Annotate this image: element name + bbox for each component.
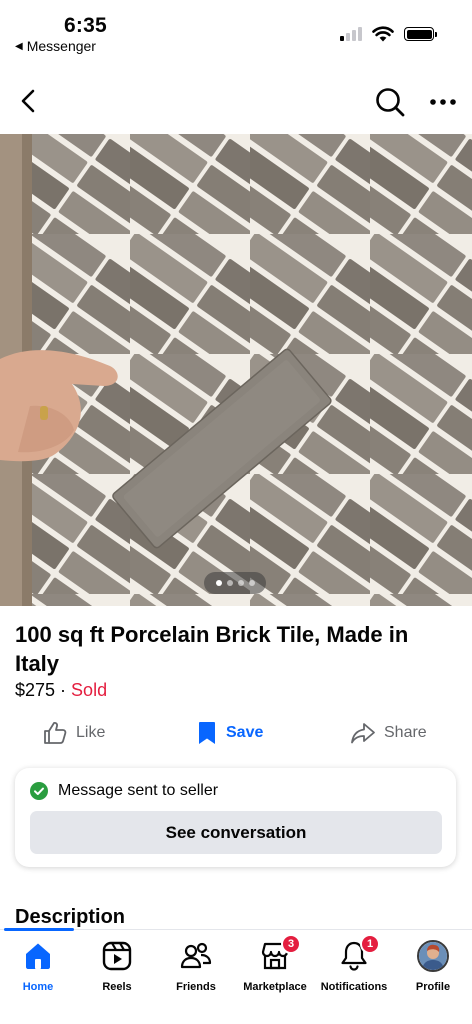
nav-header xyxy=(0,76,472,128)
message-status: Message sent to seller xyxy=(30,782,218,800)
listing-title: 100 sq ft Porcelain Brick Tile, Made in … xyxy=(15,622,409,676)
tab-friends-label: Friends xyxy=(176,981,216,993)
status-time: 6:35 xyxy=(64,14,107,37)
status-icons xyxy=(340,26,437,42)
pager-dot xyxy=(226,580,233,586)
pager-dot xyxy=(248,580,255,586)
message-sent-card: Message sent to seller See conversation xyxy=(15,768,456,867)
pager-dot xyxy=(215,580,222,586)
share-button[interactable]: Share xyxy=(350,716,427,750)
like-label: Like xyxy=(76,724,106,741)
search-icon[interactable] xyxy=(374,86,406,118)
save-button[interactable]: Save xyxy=(196,716,263,750)
share-label: Share xyxy=(384,724,427,741)
save-label: Save xyxy=(226,724,264,741)
back-to-app-link[interactable]: ◀ Messenger xyxy=(15,38,96,54)
active-tab-indicator xyxy=(4,928,74,931)
marketplace-badge: 3 xyxy=(281,934,301,954)
wifi-icon xyxy=(372,26,394,42)
reels-icon xyxy=(102,941,132,971)
check-circle-icon xyxy=(30,782,48,800)
action-row: Like Save Share xyxy=(0,716,472,750)
tile-photo-image xyxy=(0,134,472,606)
more-horizontal-icon[interactable] xyxy=(428,90,458,114)
tab-home-label: Home xyxy=(22,981,54,993)
description-heading: Description xyxy=(15,906,126,928)
like-button[interactable]: Like xyxy=(42,716,105,750)
back-to-app-label: Messenger xyxy=(26,38,96,54)
notifications-badge: 1 xyxy=(360,934,380,954)
message-status-text: Message sent to seller xyxy=(58,782,219,799)
price-line: $275 · Sold xyxy=(15,680,107,701)
back-triangle-icon: ◀ xyxy=(15,40,23,52)
tab-profile-label: Profile xyxy=(415,981,451,993)
status-bar: 6:35 ◀ Messenger xyxy=(0,0,472,60)
tab-reels-label: Reels xyxy=(102,981,132,993)
bottom-tab-bar: Home Reels Friends 3 Marketplace 1 Notif… xyxy=(0,928,472,1024)
tab-marketplace-label: Marketplace xyxy=(243,981,307,993)
tab-profile[interactable]: Profile xyxy=(386,940,472,993)
listing-price: $275 xyxy=(15,680,56,700)
sold-status: Sold xyxy=(71,680,108,700)
thumbs-up-icon xyxy=(44,722,67,744)
listing-photo[interactable] xyxy=(0,134,472,606)
see-conversation-button[interactable]: See conversation xyxy=(30,811,442,854)
tab-notifications-label: Notifications xyxy=(320,981,388,993)
friends-icon xyxy=(180,942,212,969)
home-icon xyxy=(26,943,50,969)
photo-pager xyxy=(204,572,266,594)
cellular-signal-icon xyxy=(340,27,362,41)
share-icon xyxy=(351,723,375,744)
battery-icon xyxy=(404,27,437,41)
avatar xyxy=(417,940,449,972)
pager-dot xyxy=(237,580,244,586)
chevron-left-icon[interactable] xyxy=(14,86,44,116)
bookmark-icon xyxy=(199,722,215,744)
price-separator: · xyxy=(55,680,72,700)
